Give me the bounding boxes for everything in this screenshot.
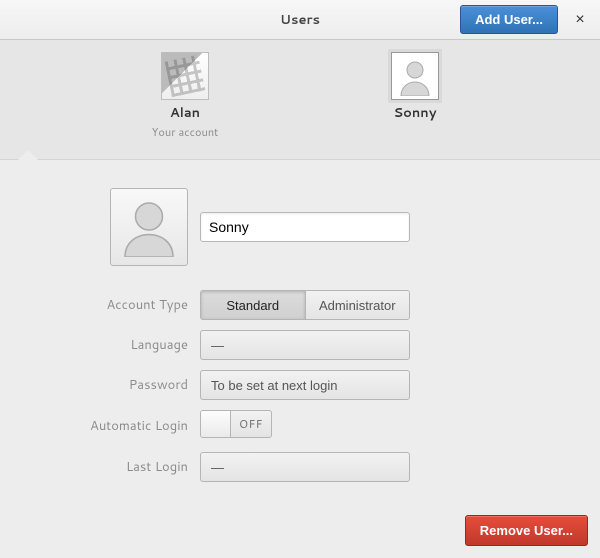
automatic-login-switch[interactable]: OFF (200, 410, 272, 438)
calculator-icon (162, 52, 208, 100)
user-chooser: Alan Your account Sonny (0, 40, 600, 160)
label-account-type: Account Type (70, 296, 200, 314)
account-type-segmented: Standard Administrator (200, 290, 410, 320)
person-icon (395, 56, 435, 96)
user-tile-sonny[interactable]: Sonny (370, 52, 460, 122)
switch-state-label: OFF (231, 411, 271, 437)
switch-handle (201, 411, 231, 437)
titlebar: Users Add User... × (0, 0, 600, 40)
label-last-login: Last Login (70, 458, 200, 476)
user-detail-form: Account Type Standard Administrator Lang… (0, 160, 600, 482)
user-tile-alan[interactable]: Alan Your account (140, 52, 230, 140)
user-name-label: Sonny (370, 104, 460, 122)
avatar-thumb (161, 52, 209, 100)
remove-user-button[interactable]: Remove User... (465, 515, 588, 546)
user-subtitle: Your account (140, 124, 230, 140)
label-password: Password (70, 376, 200, 394)
close-button[interactable]: × (566, 6, 594, 34)
avatar-thumb (391, 52, 439, 100)
person-icon (119, 197, 179, 257)
display-name-input[interactable] (200, 212, 410, 242)
add-user-button[interactable]: Add User... (460, 5, 558, 34)
language-button[interactable]: — (200, 330, 410, 360)
last-login-button[interactable]: — (200, 452, 410, 482)
selection-pointer (18, 150, 38, 160)
account-type-administrator[interactable]: Administrator (305, 291, 410, 319)
avatar-picker[interactable] (110, 188, 188, 266)
label-automatic-login: Automatic Login (70, 417, 200, 435)
account-type-standard[interactable]: Standard (201, 291, 305, 319)
user-name-label: Alan (140, 104, 230, 122)
label-language: Language (70, 336, 200, 354)
password-button[interactable]: To be set at next login (200, 370, 410, 400)
